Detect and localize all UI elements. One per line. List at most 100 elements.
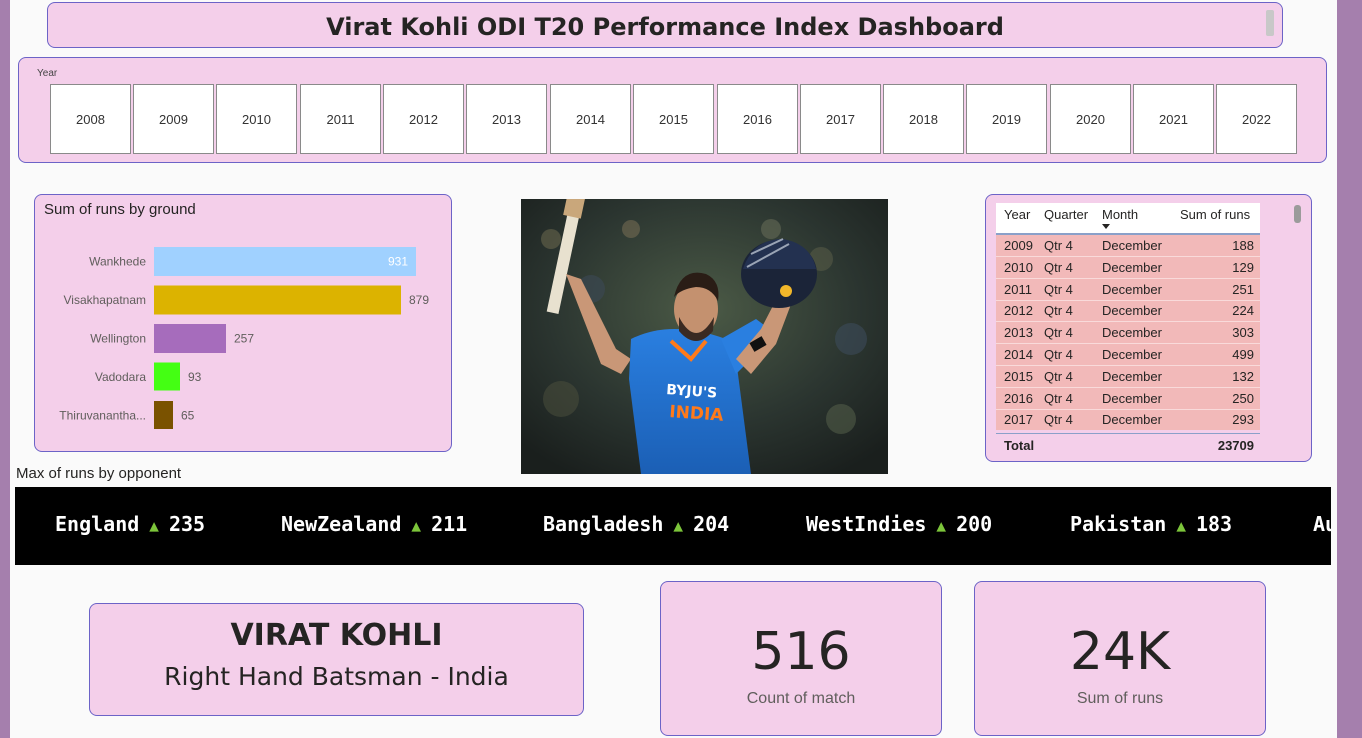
runs-matrix-card: Year Quarter Month Sum of runs 2009 Qtr 4… xyxy=(985,194,1312,462)
matrix-body: 2009 Qtr 4 December 188 2010 Qtr 4 December 129… xyxy=(996,233,1260,430)
cell-quarter: Qtr 4 xyxy=(1044,412,1073,428)
header-quarter[interactable]: Quarter xyxy=(1044,207,1088,222)
table-row[interactable]: 2015 Qtr 4 December 132 xyxy=(996,366,1260,388)
bar-value-label: 93 xyxy=(188,370,202,384)
up-arrow-icon: ▲ xyxy=(936,516,947,535)
cell-month: December xyxy=(1102,412,1162,428)
year-button-2019[interactable]: 2019 xyxy=(966,84,1047,154)
player-photo-frame: BYJU'S INDIA xyxy=(519,194,921,474)
ticker-item: England ▲ 235 xyxy=(55,512,205,536)
year-button-2022[interactable]: 2022 xyxy=(1216,84,1297,154)
dashboard-title: Virat Kohli ODI T20 Performance Index Da… xyxy=(326,13,1004,41)
year-button-2016[interactable]: 2016 xyxy=(717,84,798,154)
player-photo: BYJU'S INDIA xyxy=(521,199,888,474)
bar-value-label: 257 xyxy=(234,332,254,346)
opponent-ticker-title: Max of runs by opponent xyxy=(16,465,182,482)
bar[interactable] xyxy=(154,247,416,276)
bar-category-label: Vadodara xyxy=(95,370,146,384)
runs-sum-value: 24K xyxy=(1069,622,1171,682)
year-button-2015[interactable]: 2015 xyxy=(633,84,714,154)
total-value: 23709 xyxy=(1217,438,1254,453)
cell-runs: 293 xyxy=(1232,412,1254,428)
ticker-opponent: WestIndies xyxy=(806,512,927,536)
title-scrollbar[interactable] xyxy=(1266,10,1274,36)
table-row[interactable]: 2017 Qtr 4 December 293 xyxy=(996,409,1260,430)
cell-quarter: Qtr 4 xyxy=(1044,347,1073,362)
cell-runs: 251 xyxy=(1232,281,1254,297)
year-button-2018[interactable]: 2018 xyxy=(883,84,964,154)
cell-year: 2015 xyxy=(1004,368,1033,384)
bar[interactable] xyxy=(154,285,401,315)
bar[interactable] xyxy=(154,362,180,391)
bar-category-label: Visakhapatnam xyxy=(64,293,147,307)
year-button-2008[interactable]: 2008 xyxy=(50,84,131,154)
cell-runs: 188 xyxy=(1232,238,1254,253)
up-arrow-icon: ▲ xyxy=(411,516,422,535)
cell-quarter: Qtr 4 xyxy=(1044,281,1073,297)
cell-month: December xyxy=(1102,259,1162,275)
cell-month: December xyxy=(1102,281,1162,297)
ticker-opponent: Pakistan xyxy=(1070,512,1167,536)
bar-value-label: 65 xyxy=(181,409,195,423)
up-arrow-icon: ▲ xyxy=(1176,516,1186,535)
ticker-item: WestIndies ▲ 200 xyxy=(806,512,992,536)
up-arrow-icon: ▲ xyxy=(149,516,159,535)
cell-runs: 129 xyxy=(1232,259,1254,275)
year-button-2014[interactable]: 2014 xyxy=(550,84,631,154)
ticker-opponent: Bangladesh xyxy=(543,512,664,536)
cell-year: 2009 xyxy=(1004,238,1033,253)
ground-chart-card: Sum of runs by ground Wankhede 931 Visakha… xyxy=(34,194,452,452)
cell-runs: 250 xyxy=(1232,390,1254,406)
player-name: VIRAT KOHLI xyxy=(230,618,443,653)
runs-sum-label: Sum of runs xyxy=(1076,690,1164,707)
table-row[interactable]: 2011 Qtr 4 December 251 xyxy=(996,279,1260,301)
table-row[interactable]: 2014 Qtr 4 December 499 xyxy=(996,344,1260,366)
year-button-2013[interactable]: 2013 xyxy=(466,84,547,154)
year-button-2017[interactable]: 2017 xyxy=(800,84,881,154)
cell-quarter: Qtr 4 xyxy=(1044,303,1073,319)
year-button-2009[interactable]: 2009 xyxy=(133,84,214,154)
header-month[interactable]: Month xyxy=(1102,207,1138,222)
cell-quarter: Qtr 4 xyxy=(1044,259,1073,275)
matrix-header: Year Quarter Month Sum of runs xyxy=(996,203,1260,233)
svg-text:INDIA: INDIA xyxy=(669,402,725,426)
matrix-scrollbar[interactable] xyxy=(1294,205,1301,223)
title-card: Virat Kohli ODI T20 Performance Index Da… xyxy=(47,2,1283,48)
cell-year: 2011 xyxy=(1004,281,1032,297)
year-button-2021[interactable]: 2021 xyxy=(1133,84,1214,154)
ticker-opponent: Au xyxy=(1313,512,1331,536)
bar-value-label: 931 xyxy=(388,255,408,269)
cell-runs: 132 xyxy=(1232,368,1254,384)
year-slicer: Year 2008 2009 2010 2011 2012 2013 2014 2015 201… xyxy=(18,57,1327,163)
year-button-2011[interactable]: 2011 xyxy=(300,84,381,154)
cell-year: 2010 xyxy=(1004,259,1033,275)
cell-year: 2017 xyxy=(1004,412,1033,428)
year-button-2010[interactable]: 2010 xyxy=(216,84,297,154)
cell-year: 2016 xyxy=(1004,390,1033,406)
bar[interactable] xyxy=(154,401,173,429)
cell-runs: 224 xyxy=(1232,303,1254,319)
bar[interactable] xyxy=(154,324,226,353)
cell-quarter: Qtr 4 xyxy=(1044,390,1073,406)
ground-bar-chart: Wankhede 931 Visakhapatnam 879 Wellington 257… xyxy=(59,247,429,429)
table-row[interactable]: 2010 Qtr 4 December 129 xyxy=(996,257,1260,279)
year-button-2020[interactable]: 2020 xyxy=(1050,84,1131,154)
table-row[interactable]: 2016 Qtr 4 December 250 xyxy=(996,388,1260,410)
ticker-value: 183 xyxy=(1195,512,1233,536)
ticker-item: Au xyxy=(1313,512,1331,536)
match-count-label: Count of match xyxy=(746,690,856,707)
ticker-item: NewZealand ▲ 211 xyxy=(281,512,467,536)
bar-value-label: 879 xyxy=(409,293,429,307)
bar-category-label: Wankhede xyxy=(89,255,146,269)
table-row[interactable]: 2012 Qtr 4 December 224 xyxy=(996,300,1260,323)
header-sum-of-runs[interactable]: Sum of runs xyxy=(1180,207,1250,222)
ticker-value: 211 xyxy=(431,512,468,536)
table-row[interactable]: 2013 Qtr 4 December 303 xyxy=(996,322,1260,345)
cell-month: December xyxy=(1102,347,1162,362)
year-button-2012[interactable]: 2012 xyxy=(383,84,464,154)
table-row[interactable]: 2009 Qtr 4 December 188 xyxy=(996,235,1260,257)
player-role: Right Hand Batsman - India xyxy=(164,662,509,691)
matrix-total-row: Total 23709 xyxy=(996,433,1260,457)
cell-month: December xyxy=(1102,368,1162,384)
header-year[interactable]: Year xyxy=(1004,207,1030,222)
